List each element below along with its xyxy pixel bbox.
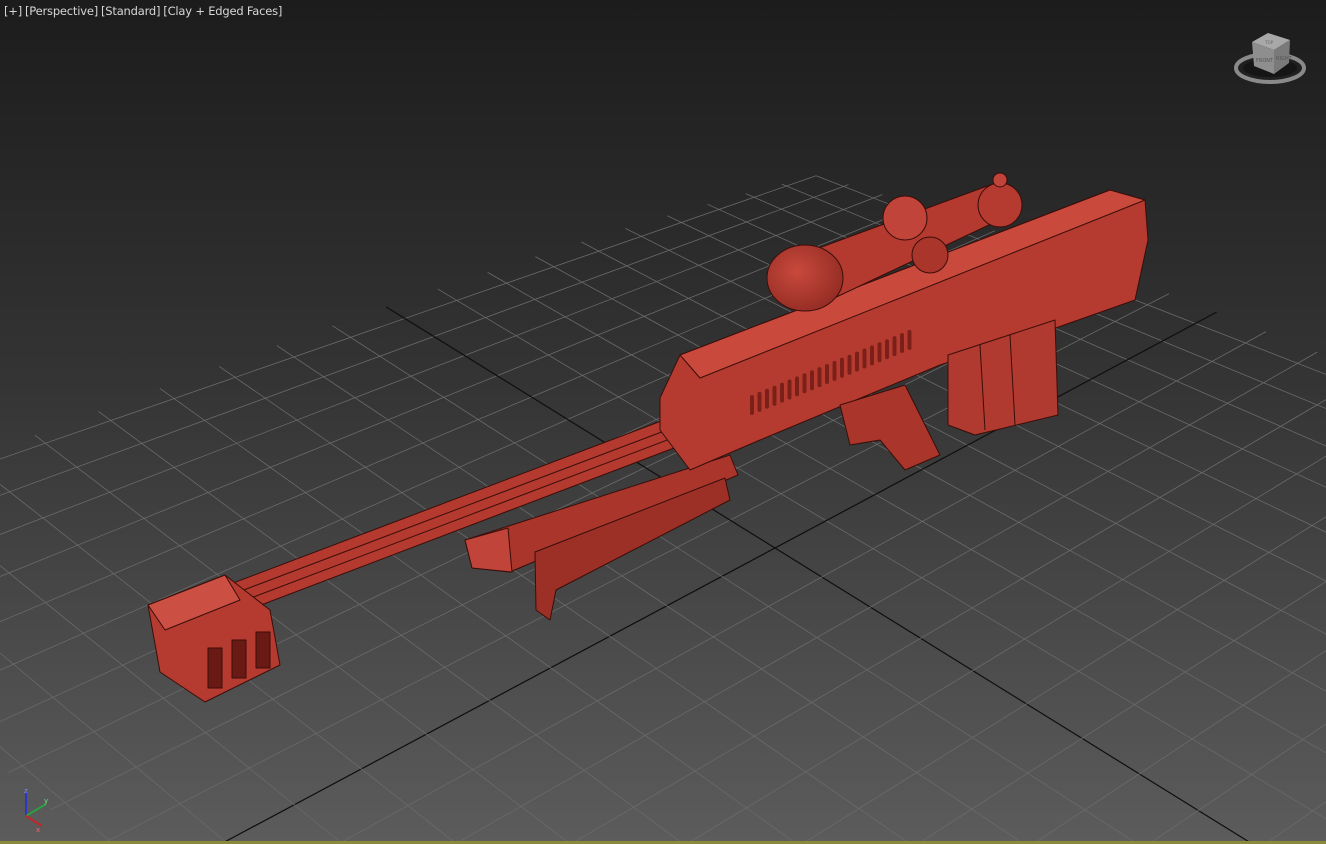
handguard-slot (802, 373, 807, 394)
handguard-slot (772, 385, 777, 406)
handguard-slot (862, 348, 867, 369)
handguard-slot (840, 357, 844, 378)
handguard-slot (847, 354, 852, 375)
viewport-point-of-view-menu[interactable]: [Perspective] (25, 4, 98, 18)
handguard-slot (900, 333, 904, 353)
z-axis-label: z (24, 787, 28, 795)
scope-objective (766, 244, 844, 312)
handguard-slot (750, 395, 754, 415)
muzzle-port (231, 639, 247, 679)
handguard-slot (795, 376, 799, 397)
y-axis-label: y (44, 797, 48, 805)
handguard-slot (907, 329, 912, 350)
viewcube-top-face[interactable]: TOP (1264, 40, 1274, 45)
muzzle-port (207, 647, 223, 689)
handguard-slot (765, 388, 769, 409)
scope-turret (882, 195, 928, 241)
perspective-viewport[interactable]: FRONT RIGHT TOP z y x (0, 0, 1326, 844)
viewport-shading-preset-menu[interactable]: [Standard] (101, 4, 160, 18)
scope-knob (992, 172, 1008, 188)
handguard-slot (825, 364, 829, 384)
handguard-slot (855, 351, 859, 372)
handguard-slot (885, 339, 889, 360)
viewport-label-menu: [+] [Perspective] [Standard] [Clay + Edged … (4, 4, 285, 18)
handguard-slot (817, 367, 822, 388)
handguard-slot (892, 336, 897, 357)
viewcube-right-face[interactable]: RIGHT (1276, 56, 1293, 62)
viewport-display-mode-menu[interactable]: [Clay + Edged Faces] (163, 4, 282, 18)
handguard-slot (810, 370, 814, 391)
scope-eyepiece (977, 182, 1023, 228)
x-axis-label: x (36, 826, 40, 834)
handguard-slot (787, 379, 792, 400)
handguard-slot (757, 391, 762, 412)
viewport-general-menu[interactable]: [+] (4, 4, 22, 18)
handguard-slot (780, 382, 784, 403)
handguard-slot (877, 342, 882, 363)
scope-side-turret (911, 236, 949, 274)
muzzle-port (255, 631, 271, 669)
handguard-slot (832, 360, 837, 381)
handguard-slot (870, 345, 874, 366)
viewcube-front-face[interactable]: FRONT (1256, 58, 1274, 64)
